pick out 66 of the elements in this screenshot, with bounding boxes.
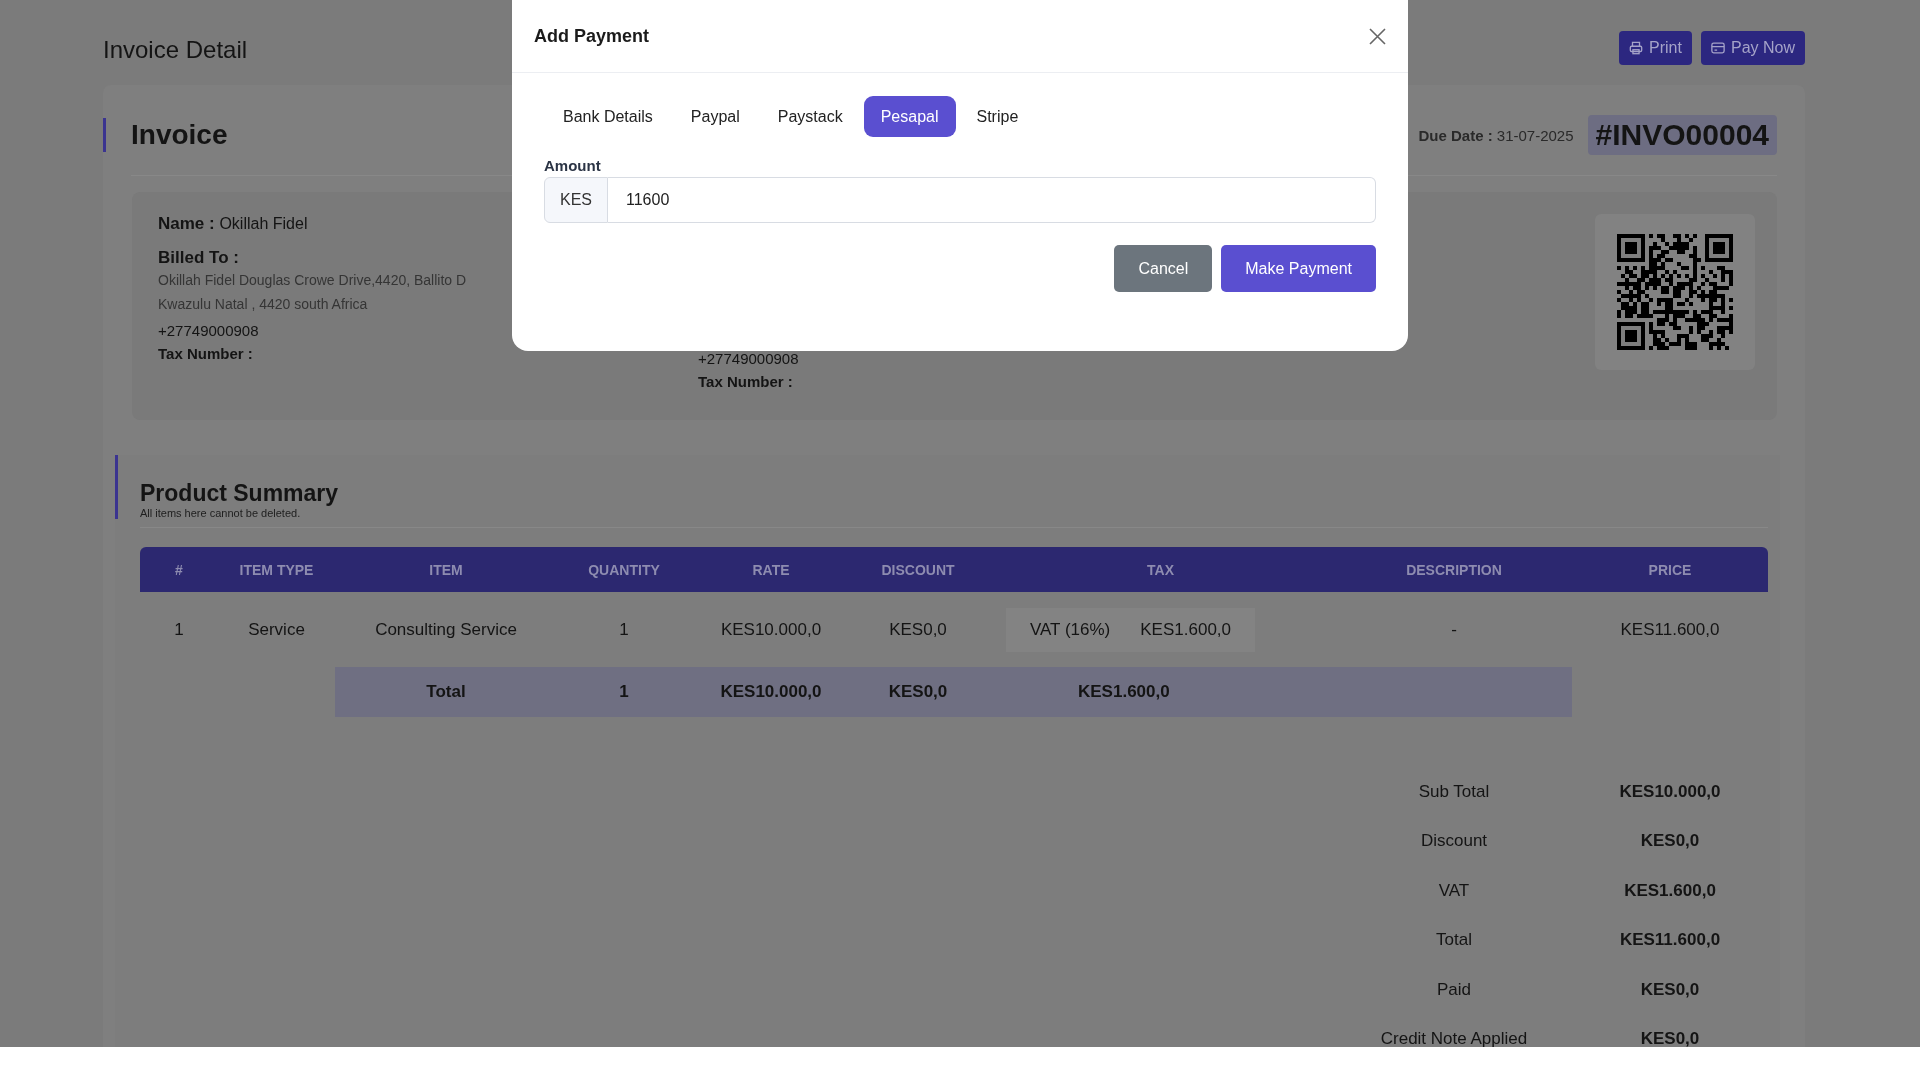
summary-value: KES0,0 xyxy=(1639,978,1701,1001)
print-button[interactable]: Print xyxy=(1619,30,1692,65)
tax-value: KES1.600,0 xyxy=(1140,619,1232,640)
column-header: TAX xyxy=(985,547,1336,592)
table-cell-text: KES11.600,0 xyxy=(1619,618,1721,641)
amount-label: Amount xyxy=(544,157,602,174)
summary-label: Total xyxy=(1435,929,1473,952)
tax-number-label: Tax Number : xyxy=(158,345,254,362)
page-title: Invoice Detail xyxy=(103,35,248,64)
table-cell-text: 1 xyxy=(618,618,630,641)
column-header: DESCRIPTION xyxy=(1336,547,1572,592)
payment-tab[interactable]: Bank Details xyxy=(546,96,670,137)
phone-number: +27749000908 xyxy=(698,350,800,367)
table-cell-text: KES0,0 xyxy=(888,618,948,641)
table-cell-text: 1 xyxy=(173,618,185,641)
customer-name: Name : Okillah Fidel xyxy=(158,214,309,234)
column-header: DISCOUNT xyxy=(851,547,985,592)
summary-value: KES10.000,0 xyxy=(1618,780,1722,803)
section-subtitle: All items here cannot be deleted. xyxy=(140,507,302,519)
qr-code-icon xyxy=(1617,234,1733,350)
total-row-cell: Total xyxy=(335,667,557,717)
summary-value: KES0,0 xyxy=(1639,830,1701,853)
pay-now-button[interactable]: Pay Now xyxy=(1700,30,1805,65)
table-cell-text: - xyxy=(1450,618,1458,641)
due-date: Due Date : 31-07-2025 xyxy=(1418,126,1574,144)
total-row-cell: KES0,0 xyxy=(851,667,985,717)
summary-label: VAT xyxy=(1437,879,1471,902)
summary-value: KES1.600,0 xyxy=(1623,879,1717,902)
summary-label: Credit Note Applied xyxy=(1379,1028,1529,1047)
card-icon xyxy=(1710,41,1725,54)
table-cell-text: Consulting Service xyxy=(374,618,518,641)
cancel-button[interactable]: Cancel xyxy=(1114,245,1213,292)
summary-value: KES11.600,0 xyxy=(1618,929,1722,952)
summary-label: Discount xyxy=(1419,830,1489,853)
make-payment-button[interactable]: Make Payment xyxy=(1221,245,1376,292)
invoice-heading: Invoice xyxy=(103,118,228,152)
summary-label: Paid xyxy=(1436,978,1472,1001)
invoice-number: #INVO00004 xyxy=(1587,115,1777,155)
total-row-cell: KES10.000,0 xyxy=(691,667,851,717)
column-header: RATE xyxy=(691,547,851,592)
total-row-cell: 1 xyxy=(557,667,691,717)
payment-tab[interactable]: Pesapal xyxy=(863,96,956,137)
summary-value: KES0,0 xyxy=(1639,1028,1701,1047)
column-header: PRICE xyxy=(1572,547,1768,592)
section-heading: Product Summary xyxy=(140,479,340,507)
column-header: # xyxy=(140,547,218,592)
payment-tab[interactable]: Stripe xyxy=(959,96,1036,137)
billed-to-label: Billed To : xyxy=(158,248,240,268)
dialog-title: Add Payment xyxy=(534,25,650,47)
column-header: ITEM xyxy=(335,547,557,592)
printer-icon xyxy=(1629,40,1644,55)
column-header: ITEM TYPE xyxy=(218,547,335,592)
tax-value: VAT (16%) xyxy=(1029,619,1111,640)
column-header: QUANTITY xyxy=(557,547,691,592)
billing-address: Okillah Fidel Douglas Crowe Drive,4420, Ballito D Kwazulu Natal , 4420 south Africa xyxy=(158,271,468,314)
table-cell-text: Service xyxy=(247,618,306,641)
currency-addon: KES xyxy=(544,177,608,223)
payment-tab[interactable]: Paypal xyxy=(673,96,757,137)
close-icon[interactable] xyxy=(1369,27,1386,45)
summary-label: Sub Total xyxy=(1417,780,1491,803)
phone-number: +27749000908 xyxy=(158,322,260,339)
amount-field[interactable]: 11600 xyxy=(608,177,1376,223)
payment-tab[interactable]: Paystack xyxy=(760,96,860,137)
table-cell-text: KES10.000,0 xyxy=(719,618,823,641)
tax-number-label: Tax Number : xyxy=(698,373,794,390)
total-row-cell: KES1.600,0 xyxy=(985,667,1572,717)
